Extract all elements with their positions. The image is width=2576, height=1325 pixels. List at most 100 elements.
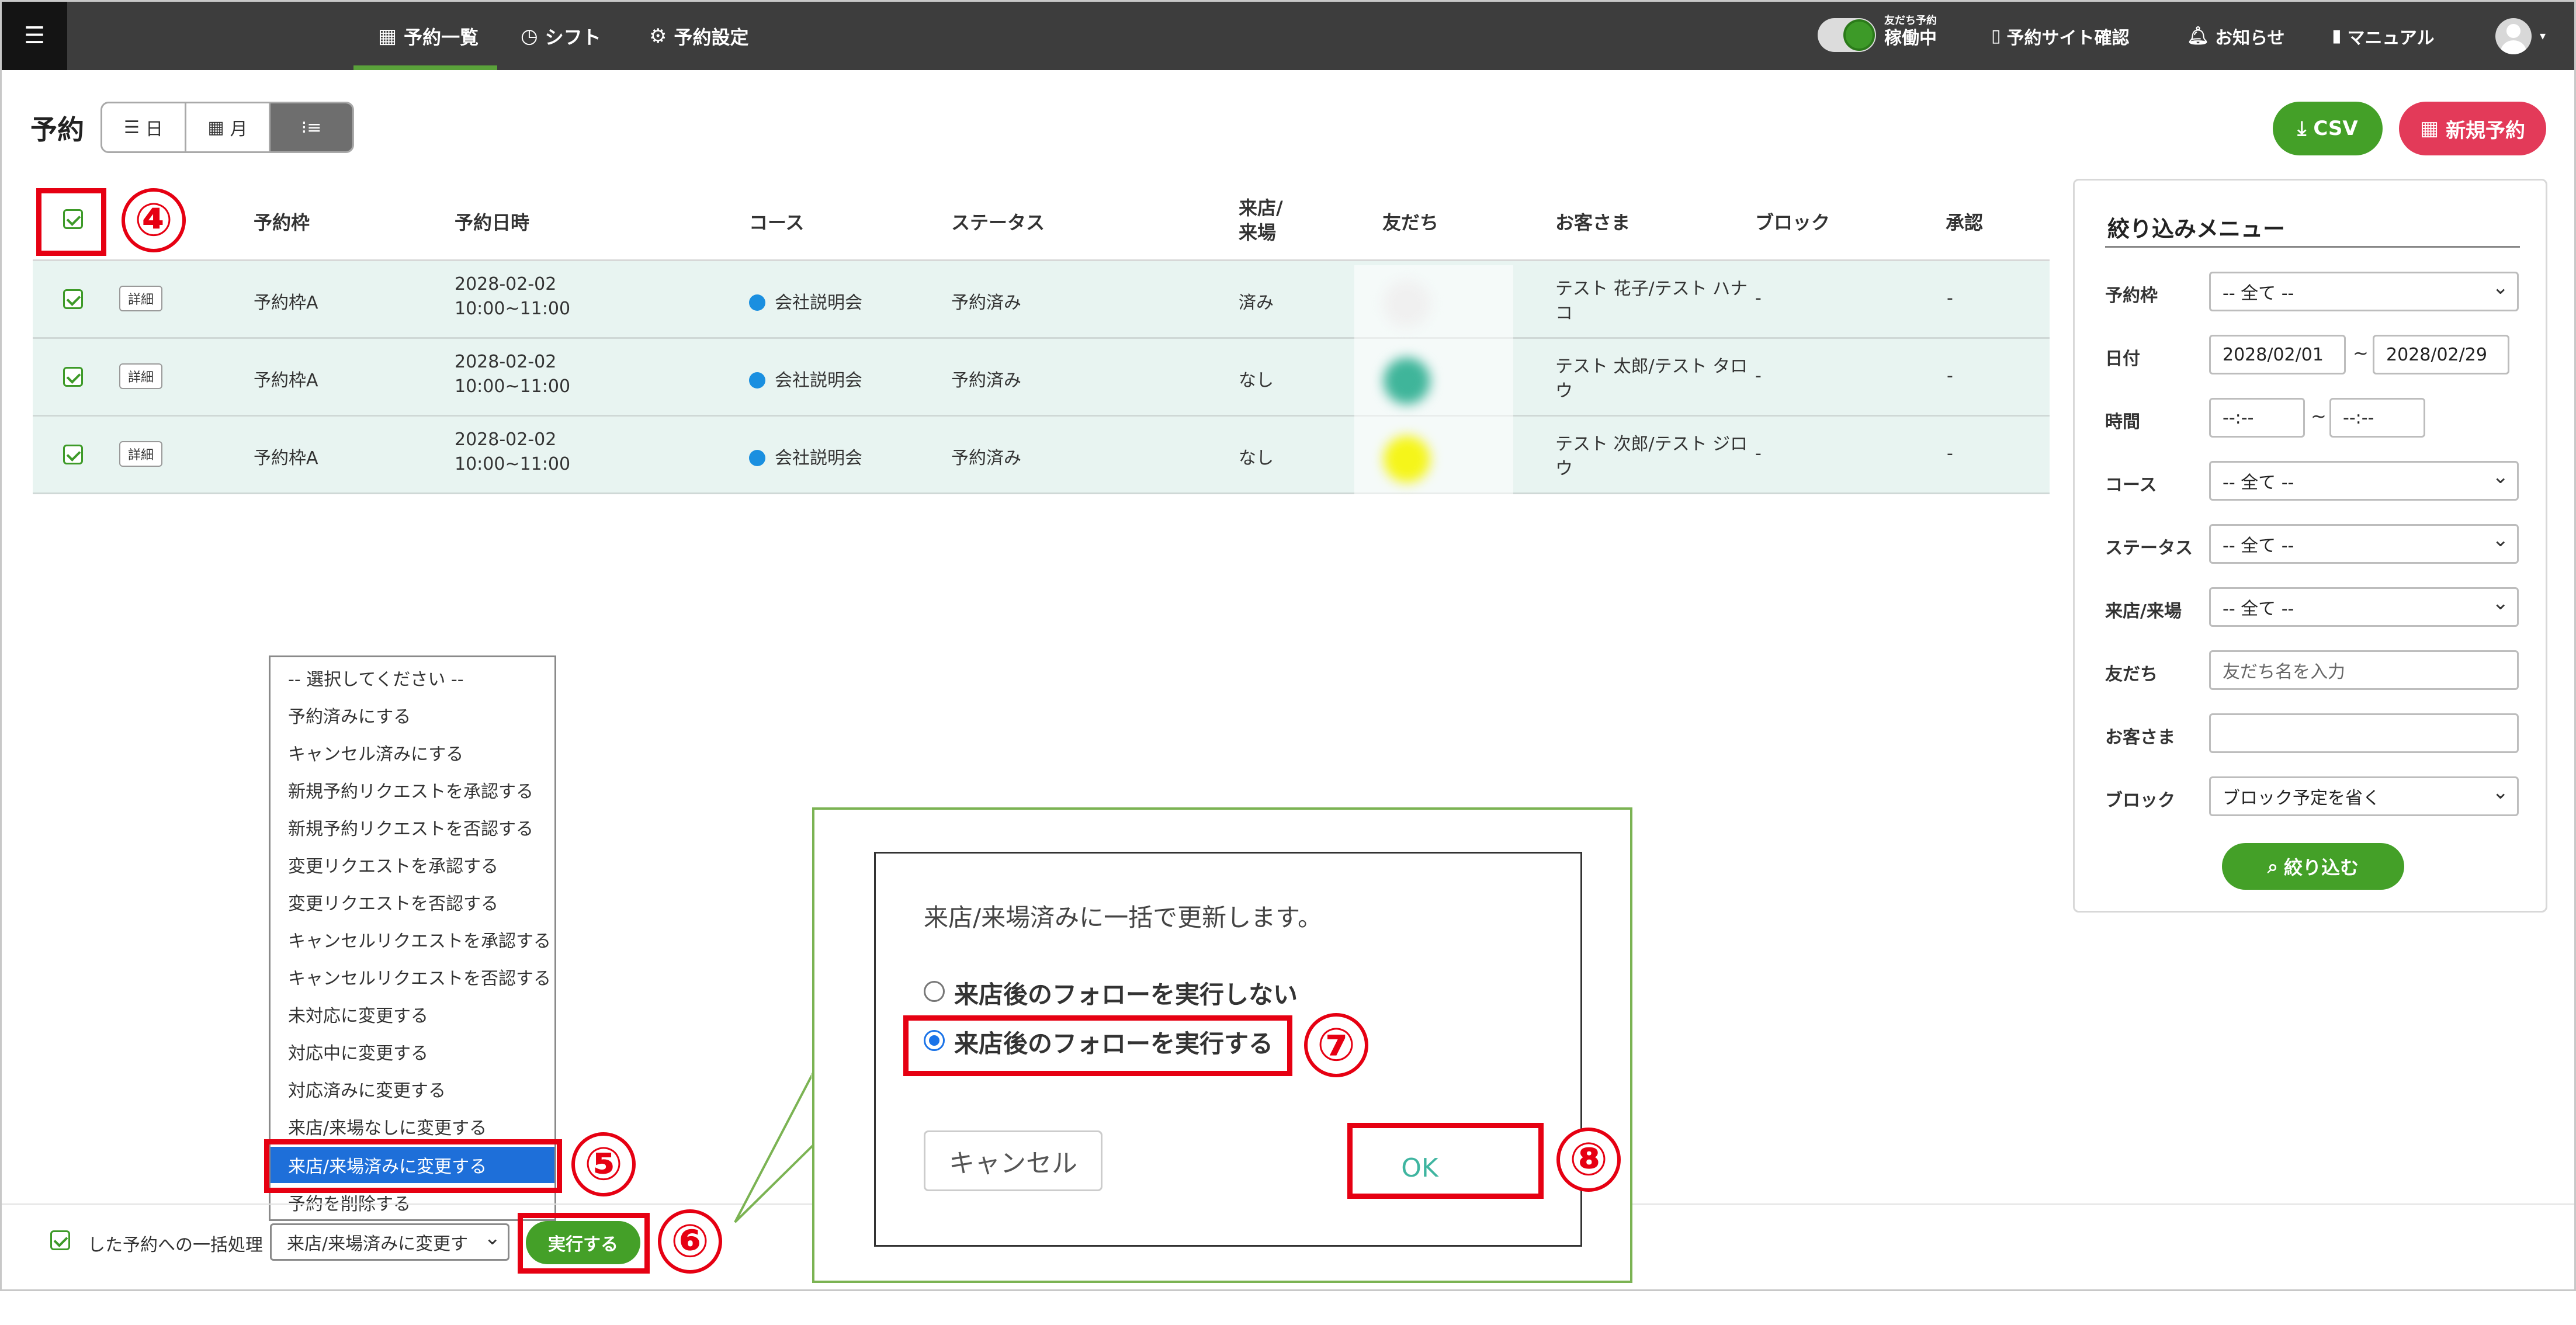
csv-button[interactable]: ⤓ CSV [2273,102,2383,155]
dropdown-option[interactable]: 対応中に変更する [271,1033,554,1070]
annotation-box-run [518,1213,650,1274]
dropdown-option[interactable]: 変更リクエストを否認する [271,884,554,920]
filter-search-button[interactable]: ⌕ 絞り込む [2222,843,2404,890]
chevron-down-icon[interactable]: ▾ [2540,29,2546,43]
phone-icon: ▯ [1991,26,2001,46]
view-switch: ☰ 日 ▦ 月 ⁝≡ [100,102,354,153]
calendar-icon: ▦ [207,117,224,138]
calendar-icon: ▦ [378,24,397,48]
annotation-number: ⑦ [1304,1013,1368,1077]
dropdown-option[interactable]: -- 選択してください -- [271,660,554,696]
filter-label-visit: 来店/来場 [2105,601,2182,622]
filter-label-time: 時間 [2105,412,2140,432]
row-checkbox[interactable] [63,289,83,309]
nav-reservation-settings[interactable]: ⚙ 予約設定 [649,2,749,70]
time-cell: 10:00~11:00 [455,454,571,474]
dropdown-option[interactable]: 未対応に変更する [271,996,554,1032]
friend-avatar [1384,358,1430,404]
slot-select[interactable]: -- 全て -- [2209,272,2519,311]
bulk-action-select[interactable]: 来店/来場済みに変更す [270,1223,509,1261]
customer-cell-line1: テスト 次郎/テスト ジロ [1555,434,1748,455]
time-from-input[interactable]: --:-- [2209,398,2305,438]
nav-reservation-list[interactable]: ▦ 予約一覧 [353,2,497,70]
time-cell: 10:00~11:00 [455,376,571,397]
course-cell: 会社説明会 [749,288,862,314]
annotation-box-dropdown-option [264,1139,562,1193]
nav-shift[interactable]: ◷ シフト [521,2,601,70]
filter-label-customer: お客さま [2105,727,2175,748]
dropdown-option[interactable]: 変更リクエストを承認する [271,847,554,883]
follow-no-label[interactable]: 来店後のフォローを実行しない [954,975,1298,1011]
page-title: 予約 [30,114,84,145]
status-cell: 予約済み [951,370,1021,391]
course-cell: 会社説明会 [749,443,862,469]
column-header-status: ステータス [951,211,1045,234]
book-icon: ▮ [2332,26,2342,46]
annotation-box-ok [1347,1123,1544,1199]
nav-notifications[interactable]: 🔔︎ お知らせ [2187,2,2285,70]
dialog-cancel-button[interactable]: キャンセル [924,1130,1102,1191]
friend-name-input[interactable]: 友だち名を入力 [2209,650,2519,690]
time-tilde: ~ [2311,405,2327,427]
detail-button[interactable]: 詳細 [119,363,162,389]
customer-input[interactable] [2209,713,2519,753]
dropdown-option[interactable]: 対応済みに変更する [271,1071,554,1107]
calendar-icon: ▦ [2419,117,2439,140]
column-header-course: コース [749,211,805,234]
friend-avatar [1384,436,1430,483]
dropdown-option[interactable]: 新規予約リクエストを承認する [271,772,554,808]
dropdown-option[interactable]: 新規予約リクエストを否認する [271,809,554,845]
top-navigation: ☰ ▦ 予約一覧 ◷ シフト ⚙ 予約設定 友だち予約 稼働中 ▯ 予約サイト確… [2,2,2574,70]
friend-avatar [1384,280,1430,327]
follow-no-radio[interactable] [924,981,945,1002]
block-select[interactable]: ブロック予定を省く [2209,776,2519,816]
dialog-message: 来店/来場済みに一括で更新します。 [924,903,1322,932]
avatar[interactable] [2495,18,2532,54]
column-header-customer: お客さま [1555,211,1631,234]
dropdown-option[interactable]: キャンセルリクエストを承認する [271,921,554,958]
bulk-action-dropdown: -- 選択してください -- 予約済みにする キャンセル済みにする 新規予約リク… [269,655,556,1221]
visit-cell: なし [1239,370,1274,391]
row-checkbox[interactable] [63,367,83,387]
customer-cell-line2: ウ [1555,459,1573,479]
date-from-input[interactable]: 2028/02/01 [2209,335,2346,374]
dropdown-option[interactable]: キャンセル済みにする [271,734,554,771]
filter-label-date: 日付 [2105,349,2140,369]
annotation-box-select-all [36,188,106,256]
bulk-checkbox[interactable] [50,1230,70,1250]
filter-label-course: コース [2105,475,2157,495]
table-row[interactable]: 詳細 予約枠A 2028-02-02 10:00~11:00 会社説明会 予約済… [33,417,2050,494]
visit-select[interactable]: -- 全て -- [2209,587,2519,627]
course-cell: 会社説明会 [749,366,862,391]
menu-icon[interactable]: ☰ [2,2,67,70]
detail-button[interactable]: 詳細 [119,286,162,311]
friend-column [1354,265,1513,495]
status-select[interactable]: -- 全て -- [2209,524,2519,564]
date-cell: 2028-02-02 [455,274,557,294]
date-tilde: ~ [2353,342,2369,364]
time-cell: 10:00~11:00 [455,299,571,319]
row-checkbox[interactable] [63,445,83,464]
table-row[interactable]: 詳細 予約枠A 2028-02-02 10:00~11:00 会社説明会 予約済… [33,261,2050,339]
time-to-input[interactable]: --:-- [2329,398,2425,438]
date-cell: 2028-02-02 [455,429,557,450]
nav-label: シフト [545,26,601,48]
download-icon: ⤓ [2297,117,2307,140]
detail-button[interactable]: 詳細 [119,441,162,467]
nav-site-check[interactable]: ▯ 予約サイト確認 [1991,2,2130,70]
course-select[interactable]: -- 全て -- [2209,461,2519,501]
date-to-input[interactable]: 2028/02/29 [2373,335,2509,374]
dropdown-option[interactable]: キャンセルリクエストを否認する [271,959,554,995]
new-reservation-button[interactable]: ▦ 新規予約 [2399,102,2546,155]
course-dot-icon [749,372,765,389]
dropdown-option[interactable]: 予約済みにする [271,697,554,733]
view-month-button[interactable]: ▦ 月 [186,103,271,151]
date-cell: 2028-02-02 [455,352,557,372]
friend-reservation-toggle[interactable] [1818,18,1876,52]
view-day-button[interactable]: ☰ 日 [102,103,186,151]
nav-manual[interactable]: ▮ マニュアル [2332,2,2435,70]
table-row[interactable]: 詳細 予約枠A 2028-02-02 10:00~11:00 会社説明会 予約済… [33,339,2050,417]
course-dot-icon [749,450,765,466]
toggle-text: 友だち予約 稼働中 [1884,15,1937,48]
view-list-button[interactable]: ⁝≡ [271,103,352,151]
